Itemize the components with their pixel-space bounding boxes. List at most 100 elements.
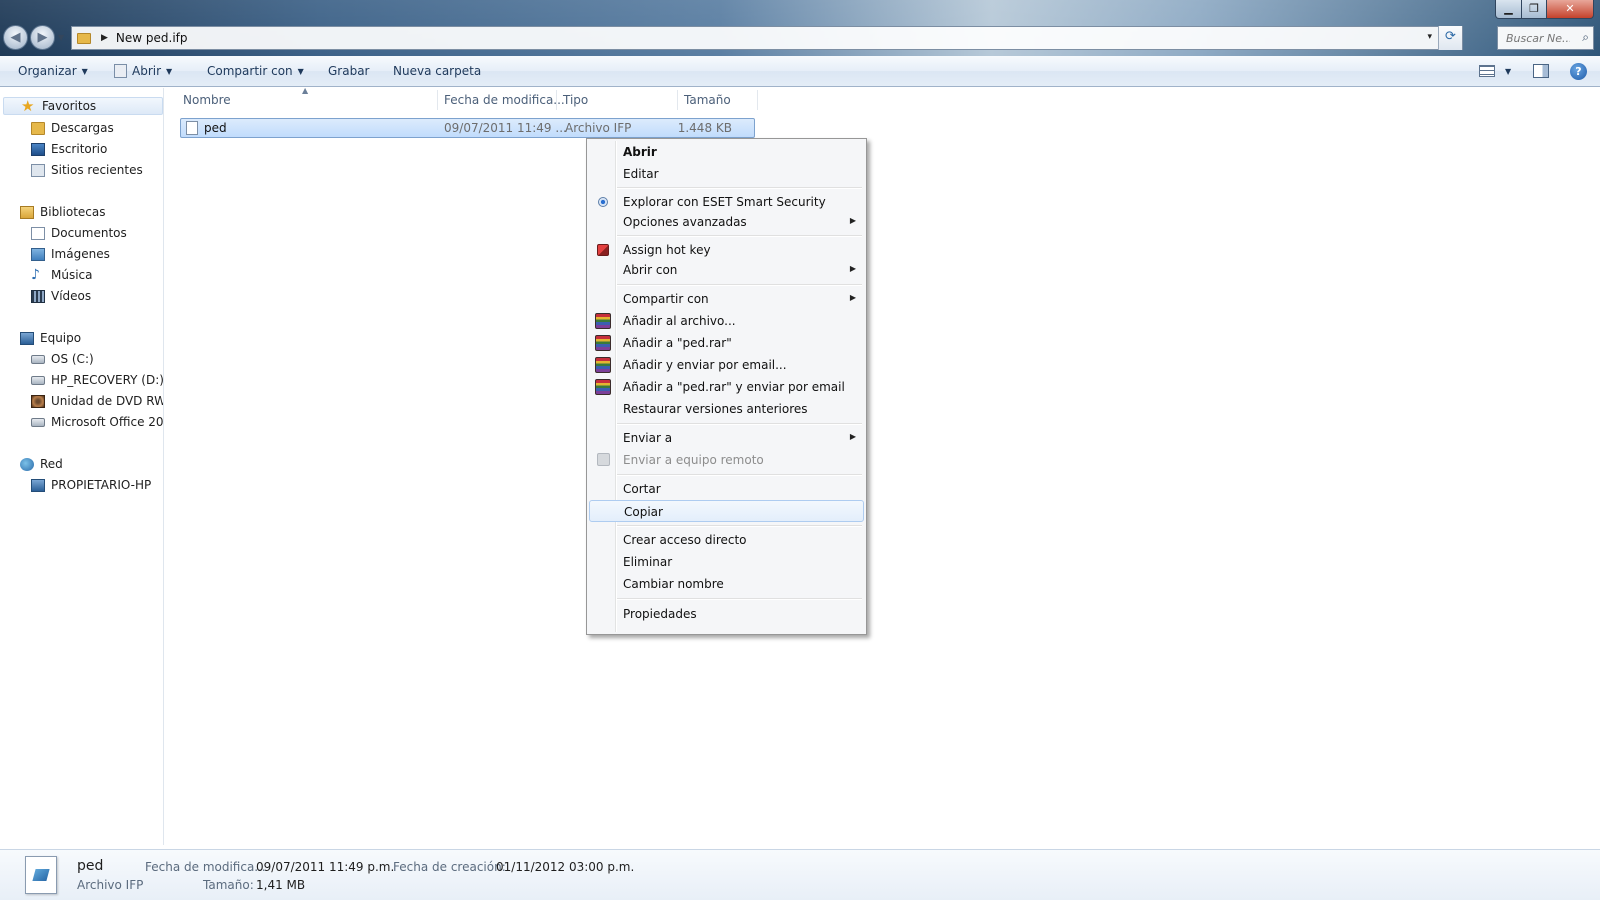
menu-item-open-with[interactable]: Abrir con ▶ bbox=[589, 259, 864, 281]
help-icon[interactable]: ? bbox=[1570, 63, 1587, 80]
sidebar-item-network[interactable]: Red bbox=[20, 455, 63, 473]
refresh-button[interactable]: ⟳ bbox=[1438, 26, 1462, 50]
file-type: Archivo IFP bbox=[565, 121, 632, 135]
details-file-name: ped bbox=[77, 858, 104, 874]
menu-item-add-ped-rar-and-email[interactable]: Añadir a "ped.rar" y enviar por email bbox=[589, 376, 864, 398]
menu-item-restore-previous-versions[interactable]: Restaurar versiones anteriores bbox=[589, 398, 864, 420]
breadcrumb-chevron-icon[interactable]: ▶ bbox=[101, 33, 108, 43]
sidebar-item-computer[interactable]: Equipo bbox=[20, 329, 81, 347]
menu-item-eset-scan[interactable]: Explorar con ESET Smart Security bbox=[589, 191, 864, 213]
new-folder-label: Nueva carpeta bbox=[393, 64, 482, 78]
sidebar-item-favorites[interactable]: ★ Favoritos bbox=[3, 97, 163, 115]
sidebar-item-videos[interactable]: Vídeos bbox=[31, 287, 91, 305]
sidebar-item-desktop[interactable]: Escritorio bbox=[31, 140, 107, 158]
submenu-arrow-icon: ▶ bbox=[849, 293, 856, 302]
sidebar-item-music[interactable]: ♪ Música bbox=[31, 266, 93, 284]
recent-pages-dropdown[interactable]: ▼ bbox=[58, 33, 64, 42]
navigation-pane: ★ Favoritos Descargas Escritorio Sitios … bbox=[0, 88, 164, 845]
close-button[interactable]: ✕ bbox=[1546, 0, 1594, 19]
menu-item-assign-hot-key[interactable]: Assign hot key bbox=[589, 239, 864, 261]
chevron-down-icon: ▼ bbox=[297, 66, 304, 76]
menu-item-delete[interactable]: Eliminar bbox=[589, 551, 864, 573]
sidebar-item-office-drive[interactable]: Microsoft Office 2010 bbox=[31, 413, 164, 431]
menu-item-add-to-archive[interactable]: Añadir al archivo... bbox=[589, 310, 864, 332]
preview-pane-icon[interactable] bbox=[1533, 64, 1549, 78]
address-dropdown-icon[interactable]: ▾ bbox=[1427, 32, 1432, 42]
forward-arrow-icon: ▶ bbox=[37, 30, 48, 45]
sidebar-item-label: Vídeos bbox=[51, 289, 92, 303]
menu-item-properties[interactable]: Propiedades bbox=[589, 603, 864, 625]
breadcrumb-current-folder[interactable]: New ped.ifp bbox=[116, 31, 188, 45]
pictures-icon bbox=[31, 247, 45, 261]
organize-label: Organizar bbox=[18, 64, 77, 78]
menu-item-add-and-email[interactable]: Añadir y enviar por email... bbox=[589, 354, 864, 376]
sidebar-item-libraries[interactable]: Bibliotecas bbox=[20, 203, 105, 221]
submenu-arrow-icon: ▶ bbox=[849, 216, 856, 225]
menu-item-advanced-options[interactable]: Opciones avanzadas ▶ bbox=[589, 211, 864, 233]
address-bar[interactable]: ▶ New ped.ifp ▾ ⟳ bbox=[71, 26, 1463, 50]
hard-drive-icon bbox=[31, 417, 45, 427]
details-created-value[interactable]: 01/11/2012 03:00 p.m. bbox=[496, 860, 634, 874]
menu-item-send-to[interactable]: Enviar a ▶ bbox=[589, 427, 864, 449]
column-header-date-modified[interactable]: Fecha de modifica... bbox=[438, 90, 565, 110]
menu-item-copy[interactable]: Copiar bbox=[589, 500, 864, 522]
sidebar-item-pictures[interactable]: Imágenes bbox=[31, 245, 110, 263]
sidebar-item-documents[interactable]: Documentos bbox=[31, 224, 127, 242]
new-folder-button[interactable]: Nueva carpeta bbox=[393, 64, 481, 78]
details-file-type: Archivo IFP bbox=[77, 878, 144, 892]
winrar-icon bbox=[595, 335, 611, 351]
folder-icon bbox=[77, 32, 91, 44]
file-preview-icon bbox=[25, 856, 57, 894]
details-size-label: Tamaño: bbox=[203, 878, 254, 892]
file-row-ped[interactable]: ped 09/07/2011 11:49 ... Archivo IFP 1.4… bbox=[180, 118, 755, 138]
share-with-button[interactable]: Compartir con ▼ bbox=[207, 64, 304, 78]
sidebar-item-network-pc[interactable]: PROPIETARIO-HP bbox=[31, 476, 151, 494]
view-options-dropdown[interactable]: ▼ bbox=[1505, 67, 1511, 76]
libraries-icon bbox=[20, 205, 34, 219]
sidebar-item-label: Sitios recientes bbox=[51, 163, 143, 177]
menu-separator bbox=[617, 235, 862, 237]
menu-item-create-shortcut[interactable]: Crear acceso directo bbox=[589, 529, 864, 551]
sidebar-item-label: Red bbox=[40, 457, 63, 471]
back-button[interactable]: ◀ bbox=[3, 25, 28, 50]
menu-item-share-with[interactable]: Compartir con ▶ bbox=[589, 288, 864, 310]
sort-ascending-icon: ▲ bbox=[302, 86, 309, 95]
details-pane: ped Archivo IFP Fecha de modifica... 09/… bbox=[0, 849, 1600, 900]
star-icon: ★ bbox=[21, 96, 35, 115]
file-name: ped bbox=[204, 121, 227, 135]
open-button[interactable]: Abrir ▼ bbox=[114, 64, 172, 78]
sidebar-item-label: Imágenes bbox=[51, 247, 110, 261]
maximize-button[interactable]: ❐ bbox=[1521, 0, 1547, 19]
organize-button[interactable]: Organizar ▼ bbox=[18, 64, 88, 78]
sidebar-item-label: OS (C:) bbox=[51, 352, 94, 366]
search-icon[interactable]: ⌕ bbox=[1582, 30, 1589, 45]
details-created-label: Fecha de creación: bbox=[393, 860, 506, 874]
search-input[interactable] bbox=[1498, 27, 1570, 49]
sidebar-item-drive-c[interactable]: OS (C:) bbox=[31, 350, 94, 368]
sidebar-item-label: Favoritos bbox=[42, 99, 97, 113]
column-header-type[interactable]: Tipo bbox=[557, 90, 678, 110]
search-box[interactable]: ⌕ bbox=[1497, 26, 1594, 50]
forward-button[interactable]: ▶ bbox=[30, 25, 55, 50]
burn-button[interactable]: Grabar bbox=[328, 64, 370, 78]
sidebar-item-drive-d[interactable]: HP_RECOVERY (D:) bbox=[31, 371, 163, 389]
menu-item-add-to-ped-rar[interactable]: Añadir a "ped.rar" bbox=[589, 332, 864, 354]
menu-item-cut[interactable]: Cortar bbox=[589, 478, 864, 500]
file-size: 1.448 KB bbox=[677, 121, 732, 135]
computer-icon bbox=[20, 331, 34, 345]
winrar-icon bbox=[595, 379, 611, 395]
menu-item-edit[interactable]: Editar bbox=[589, 163, 864, 185]
minimize-button[interactable]: ▁ bbox=[1495, 0, 1522, 19]
details-modified-value[interactable]: 09/07/2011 11:49 p.m. bbox=[256, 860, 394, 874]
sidebar-item-label: Documentos bbox=[51, 226, 127, 240]
sidebar-item-label: Microsoft Office 2010 bbox=[51, 415, 164, 429]
change-view-icon[interactable] bbox=[1479, 65, 1495, 77]
sidebar-item-downloads[interactable]: Descargas bbox=[31, 119, 114, 137]
menu-item-open[interactable]: Abrir bbox=[589, 141, 864, 163]
column-header-size[interactable]: Tamaño bbox=[678, 90, 758, 110]
sidebar-item-dvd-drive[interactable]: Unidad de DVD RW (E bbox=[31, 392, 163, 410]
sidebar-item-recent-places[interactable]: Sitios recientes bbox=[31, 161, 143, 179]
file-icon bbox=[186, 121, 198, 135]
menu-separator bbox=[617, 423, 862, 425]
menu-item-rename[interactable]: Cambiar nombre bbox=[589, 573, 864, 595]
